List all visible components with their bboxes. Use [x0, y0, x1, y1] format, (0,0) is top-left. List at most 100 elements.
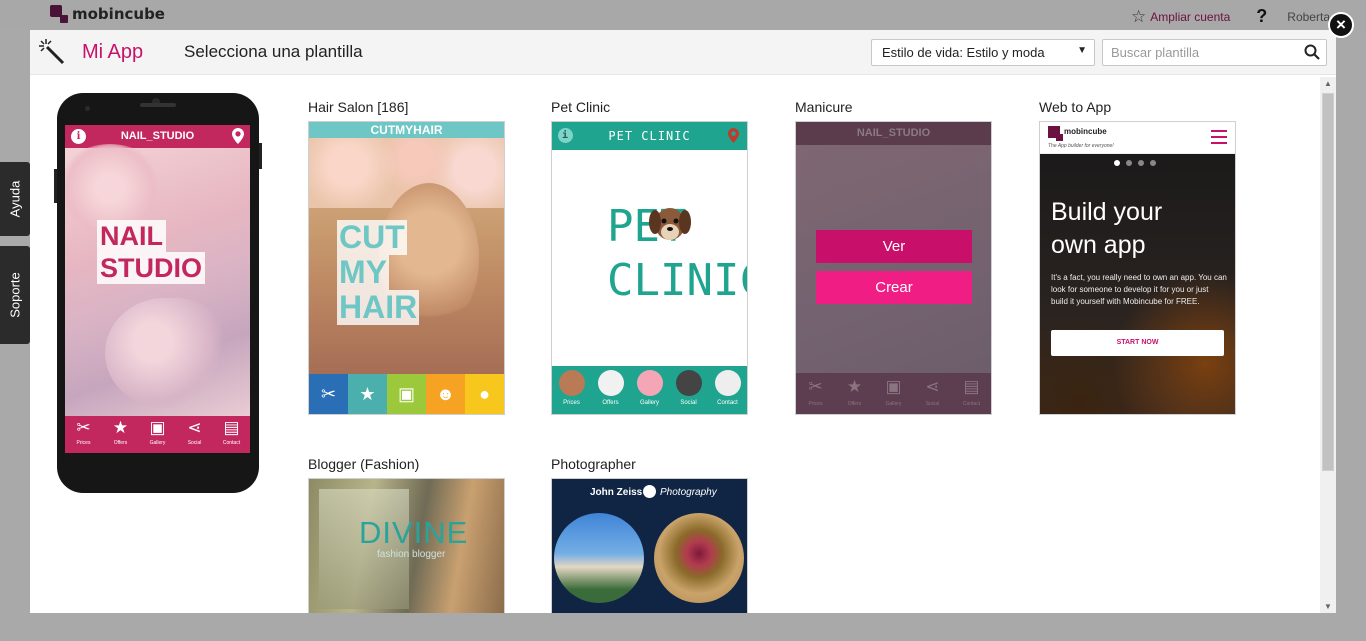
tab-gallery[interactable]: ▣ Gallery [139, 416, 176, 453]
start-now-button: START NOW [1051, 330, 1224, 356]
support-tab-label: Soporte [7, 272, 23, 318]
tab-prices: ✂ Prices [796, 373, 835, 414]
template-thumbnail[interactable]: mobincube The App builder for everyone! … [1039, 121, 1236, 415]
modal-header: Mi App Selecciona una plantilla Estilo d… [30, 30, 1336, 75]
scrollbar-thumb[interactable] [1322, 93, 1334, 471]
template-thumbnail[interactable]: NAIL_STUDIO ✂ Prices ★ Offers ▣ Gallery ⋖ So… [795, 121, 992, 415]
support-side-tab[interactable]: Soporte [0, 246, 30, 344]
tab-label: Prices [563, 400, 580, 406]
tab-offers: Offers [591, 366, 630, 414]
cat-icon [597, 370, 624, 396]
search-box [1102, 39, 1327, 66]
modal-scrollbar[interactable]: ▲ ▼ [1320, 77, 1336, 613]
template-tagline: Photography [660, 487, 717, 498]
tab-label: Gallery [639, 400, 659, 406]
tab-label: Gallery [149, 440, 166, 446]
tab-social: ⋖ Social [913, 373, 952, 414]
star-icon: ★ [112, 418, 129, 437]
template-logo: DIVINE [359, 515, 469, 550]
circle-icon [643, 485, 656, 498]
template-title: Photographer [551, 456, 636, 472]
tab-label: Social [187, 440, 202, 446]
tab-label: Contact [222, 440, 241, 446]
people-icon: ☻ [426, 374, 465, 414]
help-tab-label: Ayuda [7, 180, 23, 218]
template-card-hair-salon: Hair Salon [186] CUTMYHAIR CUT MY HAIR ✂… [308, 99, 505, 415]
preview-tabbar: ✂ Prices ★ Offers ▣ Gallery ⋖ Social ▤ Contac… [65, 416, 250, 453]
tab-offers: ★ Offers [835, 373, 874, 414]
brand-name: mobincube [72, 5, 165, 23]
hero-image: John Zeiss Photography [552, 479, 747, 613]
template-title: Hair Salon [186] [308, 99, 409, 115]
phone-volume-button [54, 169, 57, 203]
category-select-value: Estilo de vida: Estilo y moda [882, 45, 1045, 60]
search-input[interactable] [1103, 40, 1293, 64]
mosque-photo [554, 513, 644, 603]
create-app-button[interactable]: Crear [816, 271, 972, 304]
hand-image [105, 298, 225, 408]
category-select[interactable]: Estilo de vida: Estilo y moda ▼ [871, 39, 1095, 66]
template-picker-modal: Mi App Selecciona una plantilla Estilo d… [30, 30, 1336, 613]
mobincube-logo-icon-part [1056, 134, 1063, 141]
template-thumbnail[interactable]: John Zeiss Photography [551, 478, 748, 613]
template-title: Web to App [1039, 99, 1112, 115]
logo-line: CLINIC [607, 255, 747, 306]
search-icon[interactable] [1304, 44, 1320, 60]
template-tagline: The App builder for everyone! [1048, 143, 1114, 149]
tab-contact: ▤ Contact [952, 373, 991, 414]
image-icon: ▣ [885, 377, 902, 396]
star-icon: ★ [348, 374, 387, 414]
mobincube-logo-icon [50, 5, 68, 23]
tab-label: Offers [113, 440, 128, 446]
tab-label: Contact [717, 400, 738, 406]
logo-line: HAIR [337, 289, 420, 325]
tab-contact[interactable]: ▤ Contact [213, 416, 250, 453]
scissors-icon: ✂ [808, 377, 823, 396]
template-body-text: It's a fact, you really need to own an a… [1051, 273, 1227, 306]
preview-logo-line: STUDIO [97, 252, 206, 284]
view-template-button[interactable]: Ver [816, 230, 972, 263]
upgrade-account-link[interactable]: ☆ Ampliar cuenta [1131, 8, 1230, 25]
location-pin-icon [232, 128, 244, 144]
template-thumbnail[interactable]: CUTMYHAIR CUT MY HAIR ✂ ★ ▣ ☻ ● [308, 121, 505, 415]
template-thumbnail[interactable]: DIVINE fashion blogger [308, 478, 505, 613]
template-card-photographer: Photographer John Zeiss Photography [551, 456, 748, 613]
pig-icon [636, 370, 663, 396]
template-card-manicure: Manicure NAIL_STUDIO ✂ Prices ★ Offers ▣ Ga… [795, 99, 992, 415]
template-tagline: fashion blogger [377, 549, 446, 560]
phone-sensor [85, 106, 90, 111]
tab-offers[interactable]: ★ Offers [102, 416, 139, 453]
phone-side-button [259, 143, 262, 169]
template-card-pet-clinic: Pet Clinic i PET CLINIC PET CLINIC [551, 99, 748, 415]
magic-wand-icon [39, 39, 65, 65]
share-icon: ⋖ [925, 377, 940, 396]
scroll-down-icon[interactable]: ▼ [1324, 602, 1332, 611]
brand[interactable]: mobincube [50, 5, 165, 23]
template-card-blogger: Blogger (Fashion) DIVINE fashion blogger [308, 456, 505, 613]
location-pin-icon [728, 128, 739, 143]
star-icon: ☆ [1131, 7, 1147, 26]
tab-prices[interactable]: ✂ Prices [65, 416, 102, 453]
dog-icon [558, 370, 585, 396]
black-cat-icon [675, 370, 702, 396]
help-icon[interactable]: ? [1256, 6, 1267, 27]
contacts-icon: ▤ [963, 377, 980, 396]
user-menu[interactable]: Roberta [1287, 10, 1330, 24]
template-thumbnail[interactable]: i PET CLINIC PET CLINIC Prices Offers [551, 121, 748, 415]
template-header-title: PET CLINIC [608, 129, 691, 143]
tab-social[interactable]: ⋖ Social [176, 416, 213, 453]
hamburger-menu-icon [1211, 130, 1227, 144]
headline-line: Build your [1051, 198, 1163, 226]
dog-icon [649, 208, 691, 240]
template-title: Pet Clinic [551, 99, 611, 115]
help-side-tab[interactable]: Ayuda [0, 162, 30, 236]
scissors-icon: ✂ [309, 374, 348, 414]
preview-header: i NAIL_STUDIO [65, 125, 250, 148]
info-icon: i [558, 128, 573, 143]
scroll-up-icon[interactable]: ▲ [1324, 79, 1332, 88]
close-modal-button[interactable]: × [1328, 12, 1354, 38]
template-headline: Build your own app [1051, 196, 1162, 262]
tab-social: Social [669, 366, 708, 414]
caret-down-icon: ▼ [1077, 45, 1087, 56]
carousel-dots [1114, 160, 1156, 166]
